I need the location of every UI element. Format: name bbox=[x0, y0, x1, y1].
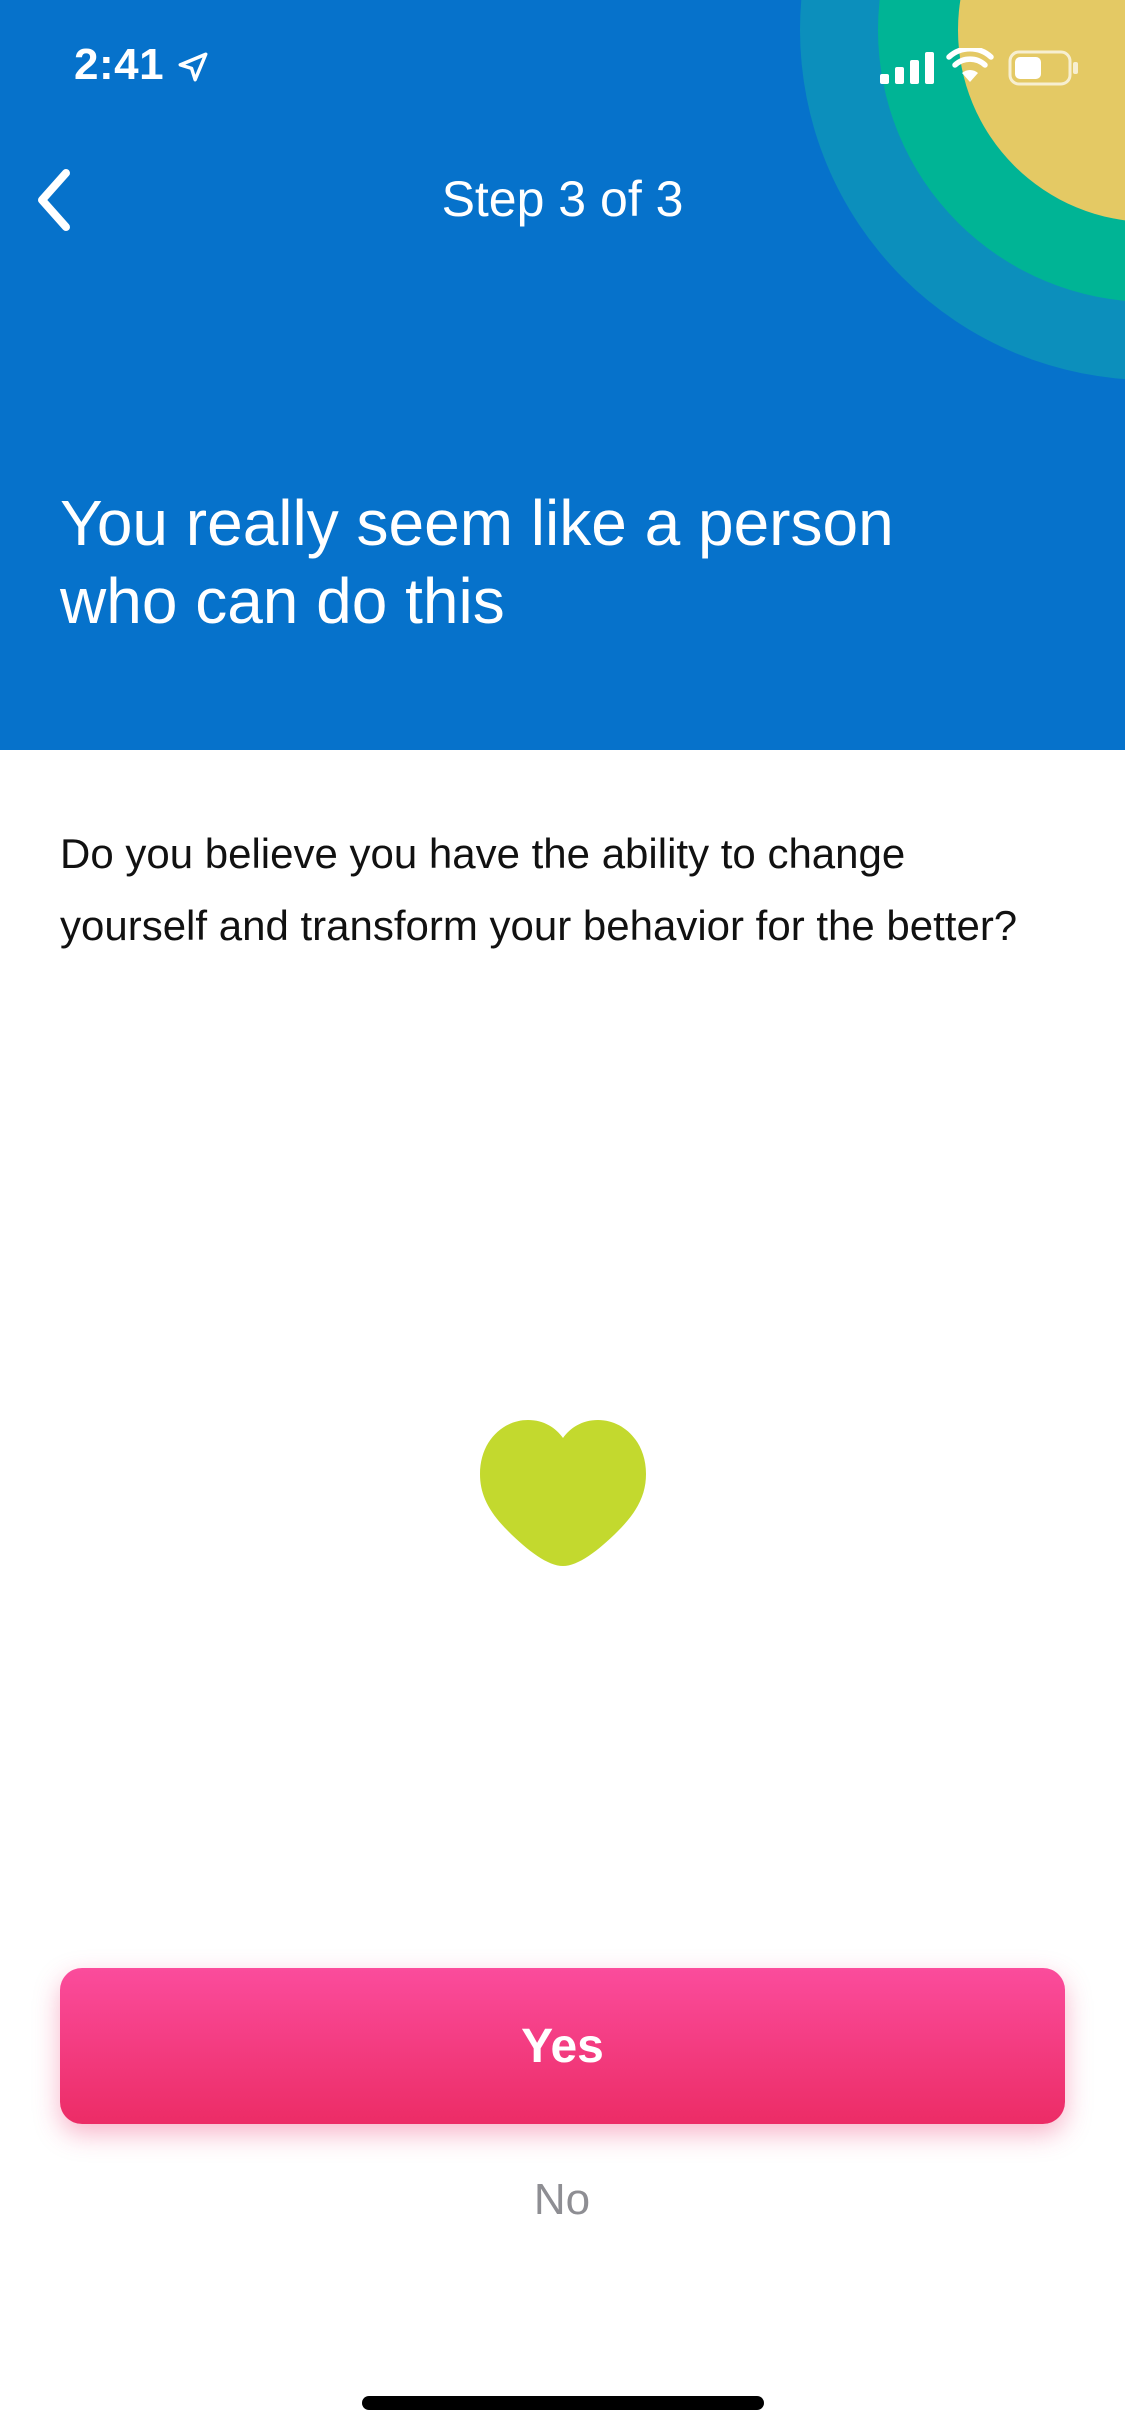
wifi-icon bbox=[946, 48, 994, 82]
navigation-bar: Step 3 of 3 bbox=[0, 140, 1125, 260]
header-panel: 2:41 Step 3 of 3 You really seem like a … bbox=[0, 0, 1125, 750]
location-arrow-icon bbox=[178, 52, 208, 82]
yes-button[interactable]: Yes bbox=[60, 1968, 1065, 2124]
battery-icon bbox=[1008, 50, 1078, 86]
step-indicator: Step 3 of 3 bbox=[441, 171, 684, 227]
home-indicator bbox=[362, 2396, 764, 2410]
question-text: Do you believe you have the ability to c… bbox=[60, 830, 1018, 949]
cellular-signal-icon bbox=[880, 52, 934, 84]
heart-icon bbox=[480, 1420, 646, 1566]
no-button[interactable]: No bbox=[412, 2160, 712, 2240]
onboarding-step-screen: 2:41 Step 3 of 3 You really seem like a … bbox=[0, 0, 1125, 2436]
status-bar: 2:41 bbox=[0, 0, 1125, 140]
headline: You really seem like a person who can do… bbox=[60, 487, 894, 637]
status-time: 2:41 bbox=[74, 40, 165, 89]
